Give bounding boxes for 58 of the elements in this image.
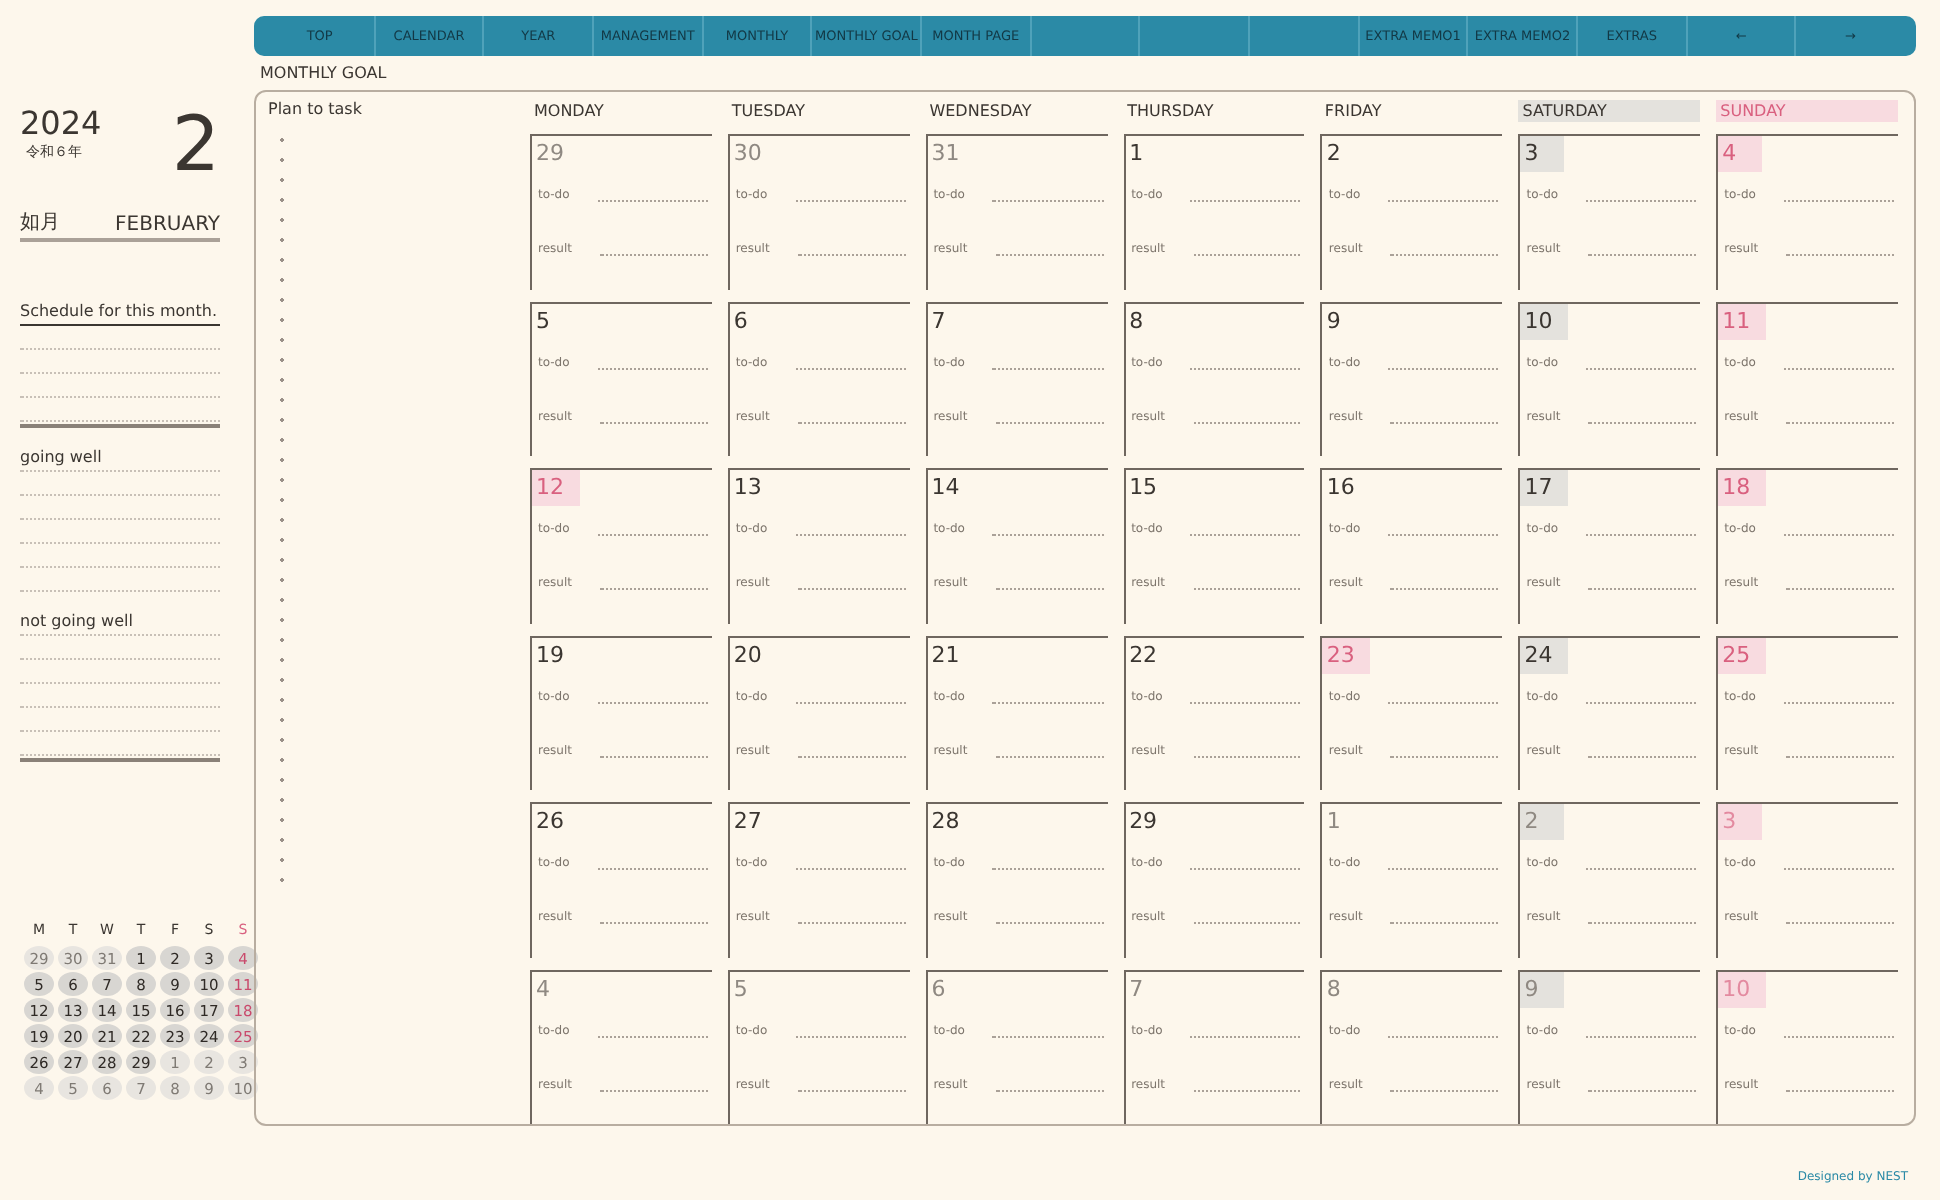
day-number: 28 [929,806,962,838]
day-number: 5 [731,973,750,1005]
day-number: 1 [1127,138,1146,170]
day-number: 11 [1718,303,1767,339]
section-title: Schedule for this month. [20,302,220,326]
day-number: 31 [929,138,962,170]
day-number: 4 [534,973,552,1005]
day-number: 7 [1127,973,1146,1005]
day-number: 14 [929,472,962,504]
year-label: 2024 [20,104,102,142]
day-number: 6 [929,973,948,1005]
goal-title: MONTHLY GOAL [260,64,387,82]
day-number: 6 [731,305,750,337]
day-number: 16 [1324,472,1357,504]
weekday-header: TUESDAY [729,100,807,122]
day-number: 2 [1520,804,1565,840]
plan-title: Plan to task [268,100,364,118]
month-english: FEBRUARY [115,214,220,236]
day-number: 3 [1520,136,1565,172]
day-number: 9 [1520,971,1565,1007]
day-number: 12 [532,470,580,506]
day-number: 8 [1324,973,1343,1005]
day-number: 15 [1127,472,1160,504]
weekday-header: FRIDAY [1322,100,1384,122]
day-number: 9 [1324,305,1343,337]
day-number: 8 [1127,305,1146,337]
section-title: not going well [20,612,220,636]
day-number: 18 [1718,470,1767,506]
weekday-header: WEDNESDAY [927,100,1034,122]
day-number: 29 [534,138,566,170]
day-number: 5 [534,305,552,337]
weekday-header: SATURDAY [1518,100,1701,122]
day-number: 20 [731,639,764,671]
section-title: going well [20,448,220,472]
day-number: 3 [1718,804,1763,840]
day-number: 29 [1127,806,1160,838]
day-number: 13 [731,472,764,504]
month-number: 2 [171,104,220,184]
weekday-header: MONDAY [532,100,606,122]
day-number: 17 [1520,470,1569,506]
day-number: 27 [731,806,764,838]
day-number: 30 [731,138,764,170]
day-number: 10 [1718,971,1767,1007]
day-number: 10 [1520,303,1569,339]
day-number: 21 [929,639,962,671]
weekday-header: THURSDAY [1125,100,1216,122]
day-number: 7 [929,305,948,337]
month-japanese: 如月 [20,210,60,236]
weekday-header: SUNDAY [1716,100,1898,122]
day-number: 26 [534,806,566,838]
day-number: 25 [1718,637,1767,673]
day-number: 4 [1718,136,1763,172]
day-number: 23 [1322,637,1371,673]
day-number: 22 [1127,639,1160,671]
day-number: 24 [1520,637,1569,673]
day-number: 2 [1324,138,1343,170]
day-number: 1 [1324,806,1343,838]
day-number: 19 [534,639,566,671]
